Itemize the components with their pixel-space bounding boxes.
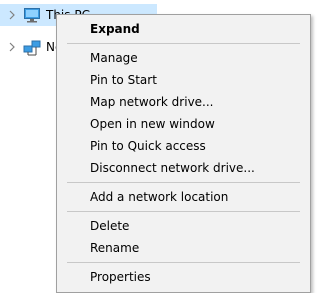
menu-item-pin-to-start[interactable]: Pin to Start bbox=[57, 69, 310, 91]
menu-item-open-in-new-window[interactable]: Open in new window bbox=[57, 113, 310, 135]
menu-item-map-network-drive[interactable]: Map network drive... bbox=[57, 91, 310, 113]
menu-item-pin-to-quick-access[interactable]: Pin to Quick access bbox=[57, 135, 310, 157]
menu-separator bbox=[67, 43, 300, 44]
menu-item-properties[interactable]: Properties bbox=[57, 266, 310, 288]
menu-item-add-network-location[interactable]: Add a network location bbox=[57, 186, 310, 208]
tree-item-network[interactable]: Network bbox=[0, 36, 96, 58]
menu-item-disconnect-network-drive[interactable]: Disconnect network drive... bbox=[57, 157, 310, 179]
context-menu: Expand Manage Pin to Start Map network d… bbox=[56, 14, 311, 293]
chevron-right-icon[interactable] bbox=[8, 42, 16, 52]
menu-item-manage[interactable]: Manage bbox=[57, 47, 310, 69]
network-icon bbox=[23, 40, 41, 56]
menu-separator bbox=[67, 211, 300, 212]
menu-separator bbox=[67, 182, 300, 183]
menu-item-rename[interactable]: Rename bbox=[57, 237, 310, 259]
computer-icon bbox=[24, 8, 40, 23]
menu-item-delete[interactable]: Delete bbox=[57, 215, 310, 237]
context-menu-list: Expand Manage Pin to Start Map network d… bbox=[57, 18, 310, 288]
menu-item-expand[interactable]: Expand bbox=[57, 18, 310, 40]
menu-separator bbox=[67, 262, 300, 263]
chevron-right-icon[interactable] bbox=[8, 10, 16, 20]
